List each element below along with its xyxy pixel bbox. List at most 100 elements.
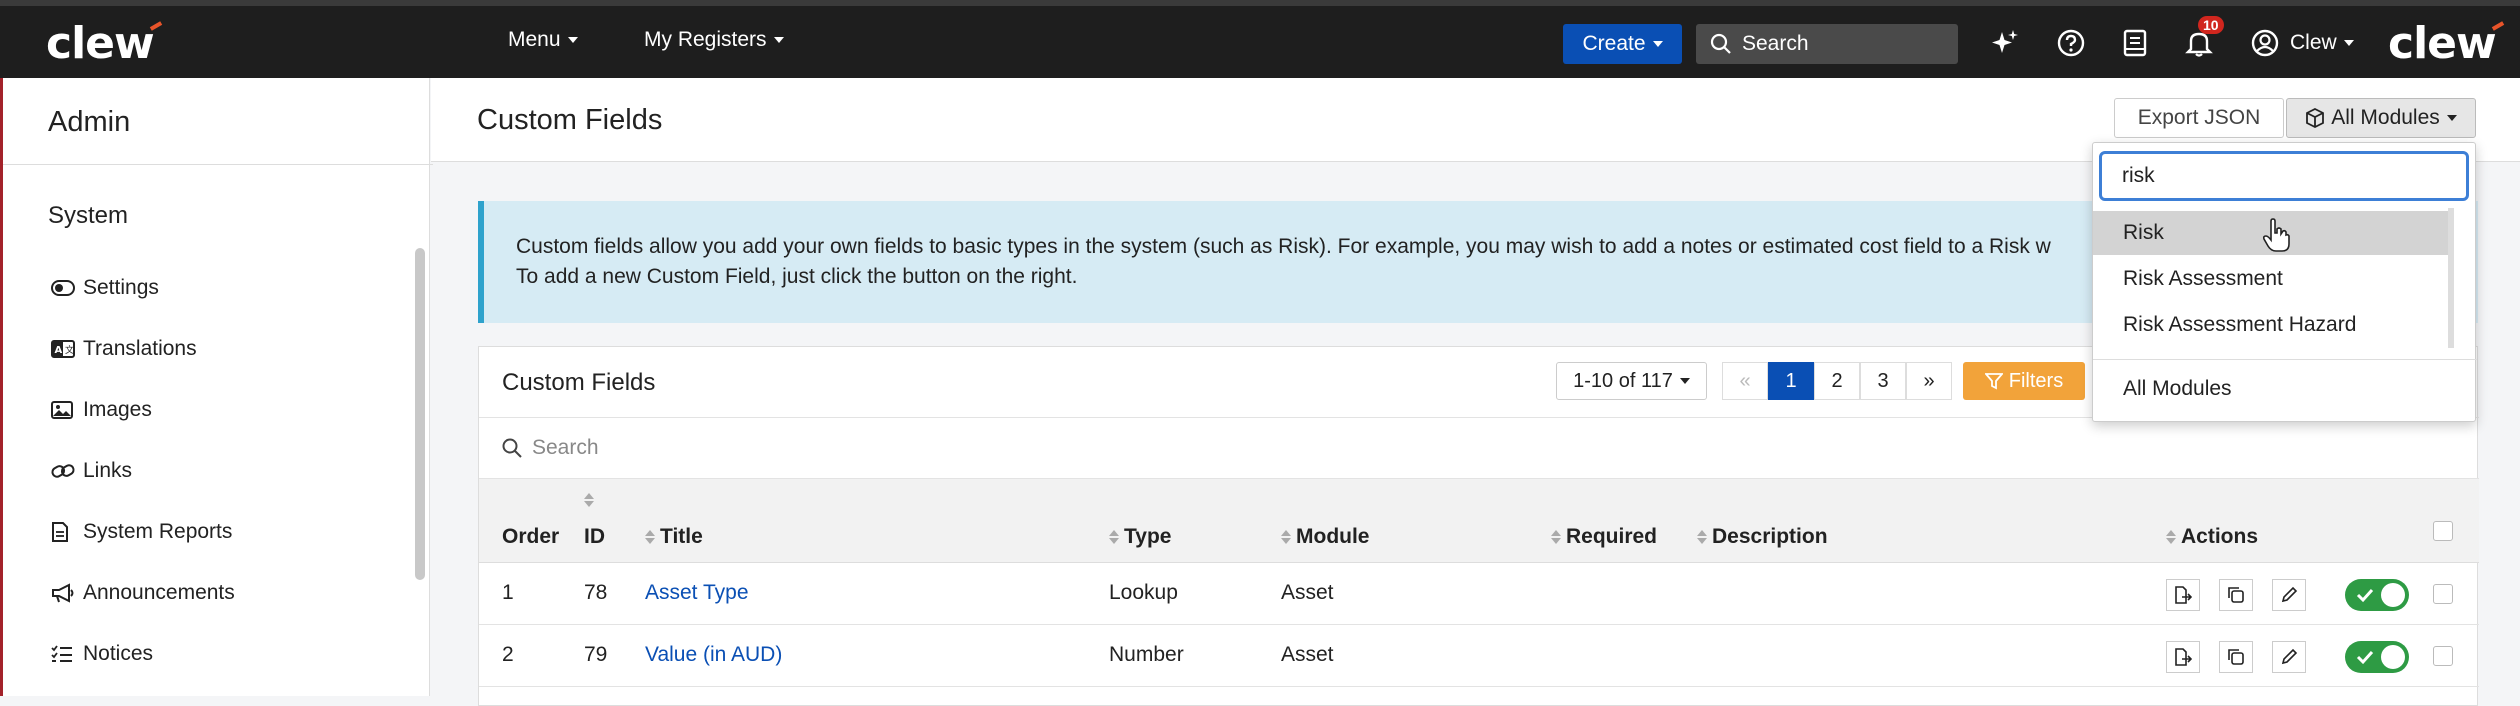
module-filter-input[interactable]: risk xyxy=(2099,151,2469,201)
enabled-toggle[interactable] xyxy=(2345,579,2409,611)
module-option-risk-assessment[interactable]: Risk Assessment xyxy=(2093,257,2453,301)
panel-title: Custom Fields xyxy=(502,369,656,396)
sidebar-item-system-reports[interactable]: System Reports xyxy=(51,520,232,544)
chevron-down-icon xyxy=(2343,40,2354,46)
option-label: Risk xyxy=(2123,221,2164,244)
modules-label: All Modules xyxy=(2331,106,2440,129)
edit-row-button[interactable] xyxy=(2272,579,2306,611)
check-icon xyxy=(2356,650,2374,665)
column-type[interactable]: Type xyxy=(1109,525,1171,549)
range-label: 1-10 of 117 xyxy=(1573,369,1673,392)
sidebar-scrollbar[interactable] xyxy=(413,164,427,584)
logo-text: clew xyxy=(2388,18,2497,69)
module-option-all-modules[interactable]: All Modules xyxy=(2093,367,2453,411)
logo-left[interactable]: clew xyxy=(46,18,163,69)
scrollbar-thumb[interactable] xyxy=(415,248,425,580)
module-filter-value: risk xyxy=(2122,164,2155,187)
option-label: All Modules xyxy=(2123,377,2232,400)
sort-icon xyxy=(1281,530,1291,544)
notification-badge: 10 xyxy=(2198,16,2224,34)
edit-row-button[interactable] xyxy=(2272,641,2306,673)
logo-right[interactable]: clew xyxy=(2388,18,2505,69)
global-search-input[interactable]: Search xyxy=(1696,24,1958,64)
link-icon xyxy=(51,464,75,478)
filters-button[interactable]: Filters xyxy=(1963,362,2085,400)
enabled-toggle[interactable] xyxy=(2345,641,2409,673)
first-page-button[interactable]: « xyxy=(1722,362,1768,400)
cell-title-link[interactable]: Value (in AUD) xyxy=(645,643,782,667)
create-button[interactable]: Create xyxy=(1563,24,1682,64)
book-icon[interactable] xyxy=(2120,28,2150,58)
sidebar-item-announcements[interactable]: Announcements xyxy=(51,581,235,605)
column-description[interactable]: Description xyxy=(1697,525,1828,549)
check-icon xyxy=(2356,588,2374,603)
table-header: Order ID Title Type Module Required Desc… xyxy=(479,479,2479,563)
last-page-button[interactable]: » xyxy=(1906,362,1952,400)
sort-icon xyxy=(1697,530,1707,544)
chevron-down-icon xyxy=(1679,378,1690,384)
user-menu[interactable]: Clew xyxy=(2250,28,2354,58)
menu-label: Menu xyxy=(508,28,561,51)
column-order: Order xyxy=(502,525,560,548)
sidebar-divider xyxy=(3,164,433,165)
column-actions[interactable]: Actions xyxy=(2166,525,2258,549)
copy-icon xyxy=(2228,649,2244,665)
cell-title-link[interactable]: Asset Type xyxy=(645,581,749,605)
option-label: Risk Assessment xyxy=(2123,267,2283,290)
menu-dropdown[interactable]: Menu xyxy=(508,28,578,52)
report-icon xyxy=(52,522,68,542)
copy-icon xyxy=(2228,587,2244,603)
sort-id-icon[interactable] xyxy=(584,493,594,507)
filters-label: Filters xyxy=(2008,369,2064,392)
module-option-risk-assessment-hazard[interactable]: Risk Assessment Hazard xyxy=(2093,303,2453,347)
row-checkbox[interactable] xyxy=(2433,584,2453,604)
sort-icon xyxy=(2166,530,2176,544)
sidebar-item-label: System Reports xyxy=(83,520,233,543)
page-button-1[interactable]: 1 xyxy=(1768,362,1814,400)
page-button-3[interactable]: 3 xyxy=(1860,362,1906,400)
sort-icon xyxy=(1109,530,1119,544)
column-title[interactable]: Title xyxy=(645,525,703,549)
chevron-down-icon xyxy=(773,37,784,44)
export-row-button[interactable] xyxy=(2166,641,2200,673)
help-icon[interactable] xyxy=(2056,28,2086,58)
option-label: Risk Assessment Hazard xyxy=(2123,313,2357,336)
sort-icon xyxy=(645,530,655,544)
sidebar-item-images[interactable]: Images xyxy=(51,398,152,422)
create-label: Create xyxy=(1582,32,1646,55)
pencil-icon xyxy=(2281,648,2298,665)
dropdown-scrollbar[interactable] xyxy=(2448,208,2454,348)
cell-module: Asset xyxy=(1281,643,1334,666)
image-icon xyxy=(51,401,73,419)
column-required[interactable]: Required xyxy=(1551,525,1657,549)
page-number: 1 xyxy=(1785,369,1797,392)
export-label: Export JSON xyxy=(2137,106,2261,129)
sparkle-ai-icon[interactable] xyxy=(1990,28,2020,58)
page-button-2[interactable]: 2 xyxy=(1814,362,1860,400)
page-size-dropdown[interactable]: 1-10 of 117 xyxy=(1556,362,1707,400)
double-chevron-right-icon: » xyxy=(1923,369,1935,392)
page-title: Custom Fields xyxy=(477,104,663,136)
export-row-button[interactable] xyxy=(2166,579,2200,611)
column-id[interactable]: ID xyxy=(584,525,605,549)
svg-text:A: A xyxy=(55,345,63,356)
sidebar-item-settings[interactable]: Settings xyxy=(51,276,159,300)
megaphone-icon xyxy=(52,583,74,603)
all-modules-dropdown[interactable]: All Modules xyxy=(2286,98,2476,138)
sidebar-item-links[interactable]: Links xyxy=(51,459,132,483)
double-chevron-left-icon: « xyxy=(1739,369,1751,392)
sidebar-item-notices[interactable]: Notices xyxy=(51,642,153,666)
duplicate-row-button[interactable] xyxy=(2219,579,2253,611)
my-registers-dropdown[interactable]: My Registers xyxy=(644,28,784,52)
row-checkbox[interactable] xyxy=(2433,646,2453,666)
export-json-button[interactable]: Export JSON xyxy=(2114,98,2284,138)
export-file-icon xyxy=(2175,648,2192,666)
column-module[interactable]: Module xyxy=(1281,525,1370,549)
duplicate-row-button[interactable] xyxy=(2219,641,2253,673)
sidebar-item-translations[interactable]: A文 Translations xyxy=(51,337,197,361)
table-search-input[interactable]: Search xyxy=(479,417,2479,479)
sort-icon xyxy=(1551,530,1561,544)
select-all-checkbox[interactable] xyxy=(2433,521,2453,541)
chevron-down-icon xyxy=(1652,41,1663,47)
cell-id: 78 xyxy=(584,581,608,604)
